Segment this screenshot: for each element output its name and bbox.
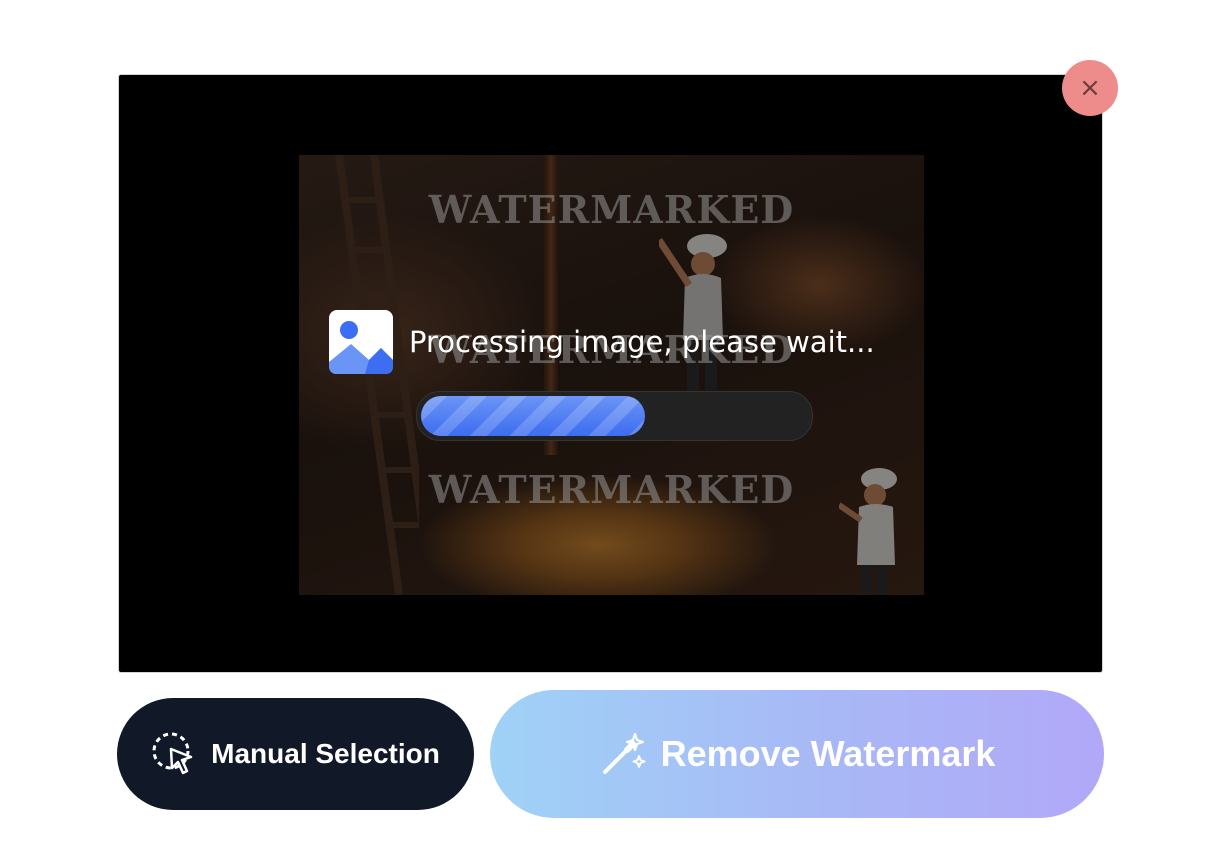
progress-bar bbox=[416, 391, 813, 441]
remove-watermark-button[interactable]: Remove Watermark bbox=[490, 690, 1104, 818]
remove-watermark-label: Remove Watermark bbox=[660, 733, 996, 774]
image-icon bbox=[329, 310, 393, 374]
magic-wand-icon bbox=[602, 732, 646, 774]
watermark-text: WATERMARKED bbox=[428, 467, 795, 512]
manual-selection-label: Manual Selection bbox=[211, 738, 440, 769]
image-preview-panel: WATERMARKED WATERMARKED WATERMARKED Proc… bbox=[118, 74, 1103, 673]
close-icon: × bbox=[1079, 73, 1101, 103]
processing-message: Processing image, please wait... bbox=[409, 325, 875, 359]
manual-selection-button[interactable]: Manual Selection bbox=[117, 698, 474, 810]
progress-bar-fill bbox=[421, 396, 645, 436]
preview-image: WATERMARKED WATERMARKED WATERMARKED bbox=[299, 155, 924, 595]
close-button[interactable]: × bbox=[1062, 60, 1118, 116]
watermark-text: WATERMARKED bbox=[428, 187, 795, 232]
cursor-selection-icon bbox=[152, 732, 193, 775]
processing-status: Processing image, please wait... bbox=[329, 310, 875, 374]
